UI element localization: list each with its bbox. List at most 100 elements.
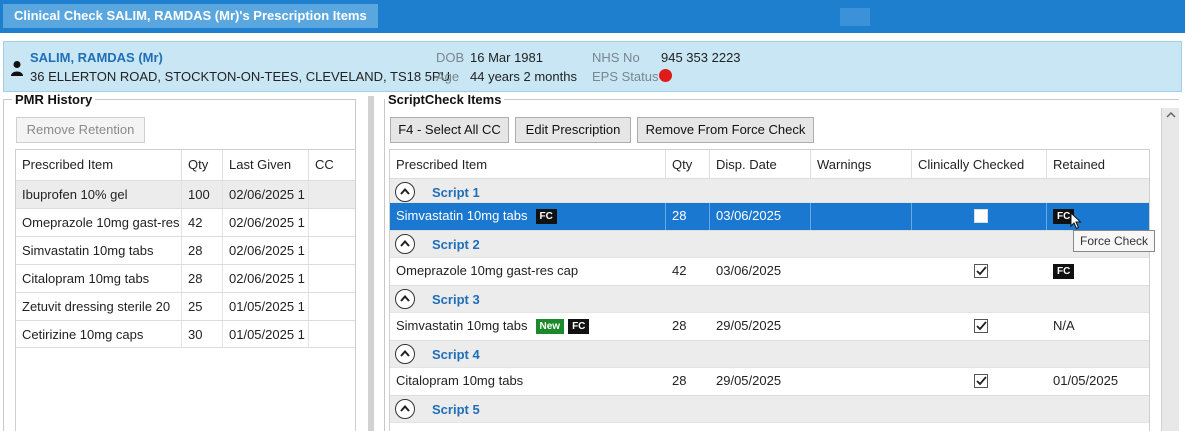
column-header-prescribed-item[interactable]: Prescribed Item	[390, 150, 666, 180]
cell-item: Citalopram 10mg tabs	[16, 265, 182, 292]
column-header-cc[interactable]: CC	[309, 150, 355, 180]
cell-last-given: 02/06/2025 1	[223, 265, 309, 292]
clinically-checked-checkbox[interactable]	[974, 264, 988, 278]
cell-item: Simvastatin 10mg tabs	[16, 237, 182, 264]
cell-warnings	[811, 368, 912, 395]
clinically-checked-checkbox[interactable]	[974, 374, 988, 388]
titlebar-control[interactable]	[840, 8, 870, 26]
select-all-cc-button[interactable]: F4 - Select All CC	[390, 117, 509, 143]
script-label: Script 4	[432, 347, 480, 362]
cell-clinically-checked	[912, 258, 1047, 285]
collapse-chevron-icon[interactable]	[395, 289, 415, 309]
scroll-up-arrow-icon[interactable]	[1166, 112, 1176, 118]
cell-last-given: 01/05/2025 1	[223, 293, 309, 320]
column-header-qty[interactable]: Qty	[182, 150, 223, 180]
cell-item: Ibuprofen 10% gel	[16, 181, 182, 208]
dob-label: DOB	[436, 50, 465, 65]
column-header-qty[interactable]: Qty	[666, 150, 710, 180]
nhs-value: 945 353 2223	[661, 50, 741, 65]
script-group-header[interactable]: Script 3	[390, 285, 1149, 312]
age-value: 44 years 2 months	[470, 69, 577, 84]
item-name: Simvastatin 10mg tabs	[396, 208, 528, 223]
script-label: Script 2	[432, 237, 480, 252]
table-row[interactable]: Omeprazole 10mg gast-res 42 02/06/2025 1	[16, 208, 355, 236]
cell-clinically-checked	[912, 203, 1047, 230]
cell-last-given: 02/06/2025 1	[223, 209, 309, 236]
item-name: Simvastatin 10mg tabs	[396, 318, 528, 333]
clinically-checked-checkbox[interactable]	[974, 209, 988, 223]
age-label: Age	[436, 69, 460, 84]
table-row[interactable]: Simvastatin 10mg tabs New FC 28 29/05/2025…	[390, 312, 1149, 340]
column-header-last-given[interactable]: Last Given	[223, 150, 309, 180]
remove-retention-button[interactable]: Remove Retention	[16, 117, 145, 143]
script-group-header[interactable]: Script 5	[390, 395, 1149, 422]
patient-name[interactable]: SALIM, RAMDAS (Mr)	[30, 50, 163, 65]
cell-disp-date: 03/06/2025	[716, 263, 782, 278]
window-title: Clinical Check SALIM, RAMDAS (Mr)'s Pres…	[3, 4, 378, 28]
cell-cc	[309, 265, 355, 292]
cell-cc	[309, 321, 355, 348]
collapse-chevron-icon[interactable]	[395, 234, 415, 254]
collapse-chevron-icon[interactable]	[395, 344, 415, 364]
cell-item: Simvastatin 10mg tabs FC	[390, 203, 666, 230]
script-group-header[interactable]: Script 2	[390, 230, 1149, 257]
cell-cc	[309, 293, 355, 320]
column-header-clinically-checked[interactable]: Clinically Checked	[912, 150, 1047, 180]
cell-qty: 28	[672, 373, 687, 388]
cell-qty: 42	[182, 209, 223, 236]
scriptcheck-title: ScriptCheck Items	[385, 92, 505, 107]
checkmark-icon	[976, 266, 987, 276]
pmr-history-table: Prescribed Item Qty Last Given CC Ibupro…	[15, 149, 356, 431]
column-header-disp-date[interactable]: Disp. Date	[710, 150, 811, 180]
collapse-chevron-icon[interactable]	[395, 399, 415, 419]
table-row[interactable]	[390, 422, 1149, 431]
remove-from-force-check-button[interactable]: Remove From Force Check	[637, 117, 814, 143]
patient-banner: SALIM, RAMDAS (Mr) 36 ELLERTON ROAD, STO…	[3, 41, 1182, 92]
cell-item: Cetirizine 10mg caps	[16, 321, 182, 348]
cell-cc	[309, 209, 355, 236]
vertical-scrollbar[interactable]	[1161, 108, 1179, 431]
column-header-warnings[interactable]: Warnings	[811, 150, 912, 180]
retained-fc-badge[interactable]: FC	[1053, 264, 1075, 280]
pmr-history-panel: PMR History Remove Retention Prescribed …	[3, 92, 356, 431]
cell-item: Omeprazole 10mg gast-res	[16, 209, 182, 236]
table-row[interactable]: Cetirizine 10mg caps 30 01/05/2025 1	[16, 320, 355, 348]
cell-clinically-checked	[912, 313, 1047, 340]
script-group-header[interactable]: Script 1	[390, 178, 1149, 205]
cell-retained: N/A	[1053, 318, 1075, 333]
table-row[interactable]: Simvastatin 10mg tabs 28 02/06/2025 1	[16, 236, 355, 264]
clinically-checked-checkbox[interactable]	[974, 319, 988, 333]
pmr-history-title: PMR History	[12, 92, 96, 107]
eps-status-indicator	[659, 69, 672, 82]
script-group-header[interactable]: Script 4	[390, 340, 1149, 367]
cell-retained: FC	[1047, 203, 1149, 230]
cell-warnings	[811, 258, 912, 285]
mouse-pointer-icon	[1070, 212, 1082, 230]
cell-item: Omeprazole 10mg gast-res cap	[396, 263, 579, 278]
cell-item: Zetuvit dressing sterile 20	[16, 293, 182, 320]
script-label: Script 5	[432, 402, 480, 417]
collapse-chevron-icon[interactable]	[395, 182, 415, 202]
cell-disp-date: 29/05/2025	[716, 373, 782, 388]
script-label: Script 3	[432, 292, 480, 307]
panel-splitter[interactable]	[368, 96, 374, 431]
cell-qty: 28	[182, 237, 223, 264]
cell-cc	[309, 181, 355, 208]
table-row[interactable]: Zetuvit dressing sterile 20 25 01/05/202…	[16, 292, 355, 320]
cell-clinically-checked	[912, 368, 1047, 395]
table-row[interactable]: Omeprazole 10mg gast-res cap 42 03/06/20…	[390, 257, 1149, 285]
table-row[interactable]: Ibuprofen 10% gel 100 02/06/2025 1	[16, 180, 355, 208]
checkmark-icon	[976, 376, 987, 386]
column-header-prescribed-item[interactable]: Prescribed Item	[16, 150, 182, 180]
column-header-retained[interactable]: Retained	[1047, 150, 1149, 180]
cell-cc	[309, 237, 355, 264]
table-row-selected[interactable]: Simvastatin 10mg tabs FC 28 03/06/2025 FC	[390, 202, 1149, 230]
cell-item: Citalopram 10mg tabs	[396, 373, 524, 388]
scriptcheck-table: Prescribed Item Qty Disp. Date Warnings …	[389, 149, 1150, 431]
table-row[interactable]: Citalopram 10mg tabs 28 02/06/2025 1	[16, 264, 355, 292]
table-row[interactable]: Citalopram 10mg tabs 28 29/05/2025 01/05…	[390, 367, 1149, 395]
scriptcheck-panel: ScriptCheck Items F4 - Select All CC Edi…	[384, 92, 1179, 431]
cell-qty: 100	[182, 181, 223, 208]
edit-prescription-button[interactable]: Edit Prescription	[515, 117, 631, 143]
cell-qty: 28	[672, 318, 687, 333]
